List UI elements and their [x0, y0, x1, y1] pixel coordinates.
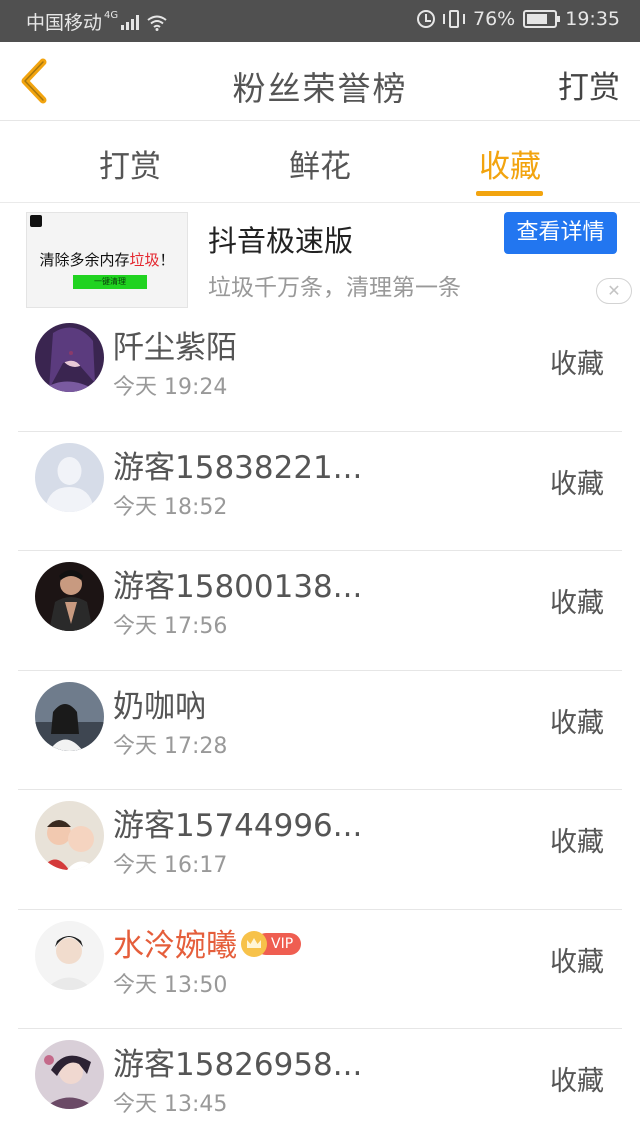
- fan-name: 游客15800138...: [113, 569, 363, 605]
- page-title: 粉丝荣誉榜: [232, 69, 408, 108]
- ad-banner[interactable]: 清除多余内存垃圾！ 一键清理 抖音极速版 垃圾千万条，清理第一条 查看详情 ✕: [0, 204, 640, 312]
- status-bar: 中国移动 4G 76% 19:35: [0, 0, 640, 42]
- fan-time: 今天 13:50: [113, 972, 228, 998]
- fan-time: 今天 19:24: [113, 375, 228, 400]
- list-item[interactable]: 游客15744996... 今天 16:17 收藏: [18, 790, 622, 910]
- fan-action: 收藏: [550, 468, 604, 500]
- fan-list: 阡尘紫陌 今天 19:24 收藏 游客15838221... 今天 18:52 …: [0, 312, 640, 1138]
- tab-flowers[interactable]: 鲜花: [260, 141, 380, 186]
- fan-action: 收藏: [550, 946, 604, 978]
- list-item[interactable]: 游客15800138... 今天 17:56 收藏: [18, 551, 622, 671]
- list-item[interactable]: 游客15826958... 今天 13:45 收藏: [18, 1029, 622, 1138]
- tab-bar: 打赏 鲜花 收藏: [0, 121, 640, 203]
- ad-title: 抖音极速版: [208, 224, 354, 258]
- tiktok-logo-icon: [30, 215, 42, 227]
- fan-name: 游客15838221...: [113, 449, 363, 486]
- nav-header: 粉丝荣誉榜 打赏: [0, 42, 640, 121]
- fan-name: 阡尘紫陌: [113, 330, 237, 366]
- girl-photo-avatar[interactable]: [35, 681, 104, 751]
- list-item[interactable]: 水泠婉曦 VIP 今天 13:50 收藏: [18, 910, 622, 1029]
- ad-image-headline: 清除多余内存垃圾！: [39, 251, 175, 269]
- fan-time: 今天 17:56: [113, 614, 228, 639]
- ad-image-clean-button: 一键清理: [73, 275, 147, 289]
- battery-percent: 76%: [473, 8, 516, 30]
- status-right: 76% 19:35: [417, 8, 620, 30]
- list-item[interactable]: 奶咖吶 今天 17:28 收藏: [18, 671, 622, 790]
- fan-time: 今天 13:45: [113, 1092, 228, 1117]
- anime-boy-avatar[interactable]: [35, 1040, 104, 1109]
- ad-details-button[interactable]: 查看详情: [504, 212, 617, 254]
- list-item[interactable]: 游客15838221... 今天 18:52 收藏: [18, 432, 622, 551]
- ad-subtitle: 垃圾千万条，清理第一条: [208, 275, 461, 301]
- carrier-label: 中国移动: [26, 12, 103, 34]
- celebrity-photo-avatar[interactable]: [35, 920, 104, 990]
- vibrate-icon: [443, 10, 465, 28]
- active-tab-indicator: [476, 191, 543, 196]
- wifi-icon: [147, 14, 167, 31]
- fan-name: 游客15826958...: [113, 1047, 363, 1083]
- fan-action: 收藏: [550, 827, 604, 858]
- battery-icon: [523, 10, 561, 28]
- man-photo-avatar[interactable]: [35, 562, 104, 631]
- tab-reward[interactable]: 打赏: [70, 141, 190, 186]
- alarm-icon: [417, 10, 435, 28]
- fan-time: 今天 16:17: [113, 853, 228, 878]
- fan-action: 收藏: [550, 588, 604, 619]
- fan-name: 游客15744996...: [113, 808, 363, 844]
- anime-purple-avatar[interactable]: [35, 323, 104, 392]
- status-left: 中国移动 4G: [26, 8, 167, 35]
- fan-time: 今天 18:52: [113, 494, 228, 520]
- signal-icon: [121, 14, 140, 30]
- fan-name: 奶咖吶: [113, 688, 206, 725]
- fan-action: 收藏: [550, 707, 604, 739]
- vip-badge: VIP: [241, 931, 302, 957]
- kids-photo-avatar[interactable]: [35, 801, 104, 870]
- list-item[interactable]: 阡尘紫陌 今天 19:24 收藏: [18, 312, 622, 432]
- crown-icon: [241, 931, 267, 957]
- clock: 19:35: [565, 8, 620, 30]
- fan-time: 今天 17:28: [113, 733, 228, 759]
- ad-image[interactable]: 清除多余内存垃圾！ 一键清理: [26, 212, 188, 308]
- ad-close-icon[interactable]: ✕: [596, 278, 632, 304]
- default-user-avatar[interactable]: [35, 442, 104, 512]
- fan-action: 收藏: [550, 1066, 604, 1097]
- fan-name-vip: 水泠婉曦 VIP: [113, 920, 302, 965]
- network-type: 4G: [104, 10, 119, 21]
- battery-fill: [527, 14, 548, 24]
- fan-action: 收藏: [550, 349, 604, 380]
- reward-button[interactable]: 打赏: [558, 62, 620, 107]
- tab-favorites[interactable]: 收藏: [450, 141, 570, 186]
